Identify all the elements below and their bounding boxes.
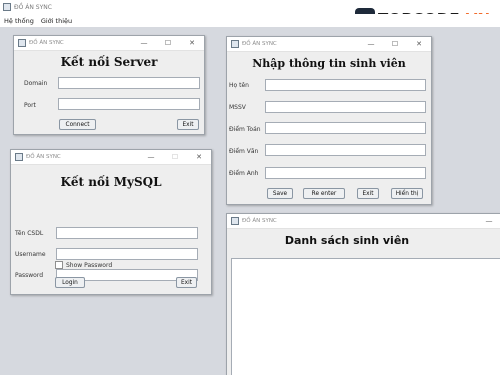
menu-gioi-thieu[interactable]: Giới thiệu (41, 17, 72, 25)
close-icon[interactable]: ✕ (193, 150, 205, 165)
show-password-checkbox[interactable] (55, 261, 63, 269)
window-icon (231, 217, 239, 225)
maximize-icon[interactable]: ☐ (162, 36, 174, 51)
port-input[interactable] (58, 98, 200, 110)
db-name-label: Tên CSDL (15, 230, 44, 237)
username-input[interactable] (56, 248, 198, 260)
close-icon[interactable]: ✕ (186, 36, 198, 51)
name-input[interactable] (265, 79, 426, 91)
window-controls: — (471, 214, 495, 229)
maximize-icon[interactable]: ☐ (169, 150, 181, 165)
student-id-label: MSSV (229, 104, 246, 111)
password-label: Password (15, 272, 44, 279)
mysql-exit-button[interactable]: Exit (176, 277, 197, 288)
menu-bar: Hệ thống Giới thiệu (0, 14, 500, 27)
student-list-table[interactable] (231, 258, 500, 375)
window-icon (18, 39, 26, 47)
server-connect-window: ĐỒ ÁN SYNC — ☐ ✕ Kết nối Server Domain P… (13, 35, 205, 135)
window-title-bar[interactable]: ĐỒ ÁN SYNC — ☐ ✕ (227, 37, 431, 52)
math-score-input[interactable] (265, 122, 426, 134)
window-icon (15, 153, 23, 161)
username-label: Username (15, 251, 46, 258)
maximize-icon[interactable]: ☐ (389, 37, 401, 52)
mysql-heading: Kết nối MySQL (60, 175, 162, 189)
mysql-connect-window: ĐỒ ÁN SYNC — ☐ ✕ Kết nối MySQL Tên CSDL … (10, 149, 212, 295)
window-title-bar[interactable]: ĐỒ ÁN SYNC — ☐ ✕ (11, 150, 211, 165)
server-exit-button[interactable]: Exit (177, 119, 199, 130)
show-button[interactable]: Hiển thị (391, 188, 423, 199)
minimize-icon[interactable]: — (365, 37, 377, 52)
literature-score-label: Điểm Văn (229, 148, 259, 155)
minimize-icon[interactable]: — (138, 36, 150, 51)
show-password-label[interactable]: Show Password (66, 262, 112, 269)
port-label: Port (24, 102, 36, 109)
student-input-heading: Nhập thông tin sinh viên (252, 57, 406, 70)
window-title: ĐỒ ÁN SYNC (29, 40, 64, 46)
window-title-bar[interactable]: ĐỒ ÁN SYNC — ☐ ✕ (14, 36, 204, 51)
reenter-button[interactable]: Re enter (303, 188, 345, 199)
window-icon (231, 40, 239, 48)
db-name-input[interactable] (56, 227, 198, 239)
student-list-window: ĐỒ ÁN SYNC — Danh sách sinh viên (226, 213, 500, 375)
window-controls: — ☐ ✕ (353, 37, 425, 52)
student-exit-button[interactable]: Exit (357, 188, 379, 199)
minimize-icon[interactable]: — (483, 214, 495, 229)
app-window-icon (3, 3, 11, 11)
server-heading: Kết nối Server (60, 55, 158, 69)
domain-label: Domain (24, 80, 48, 87)
english-score-label: Điểm Anh (229, 170, 259, 177)
window-controls: — ☐ ✕ (133, 150, 205, 165)
window-title: ĐỒ ÁN SYNC (26, 154, 61, 160)
menu-he-thong[interactable]: Hệ thống (4, 17, 34, 25)
minimize-icon[interactable]: — (145, 150, 157, 165)
save-button[interactable]: Save (267, 188, 293, 199)
student-id-input[interactable] (265, 101, 426, 113)
english-score-input[interactable] (265, 167, 426, 179)
window-title: ĐỒ ÁN SYNC (242, 41, 277, 47)
domain-input[interactable] (58, 77, 200, 89)
login-button[interactable]: Login (55, 277, 85, 288)
window-title-bar[interactable]: ĐỒ ÁN SYNC — (227, 214, 500, 229)
math-score-label: Điểm Toán (229, 126, 261, 133)
app-title: ĐỒ ÁN SYNC (14, 3, 52, 11)
window-title: ĐỒ ÁN SYNC (242, 218, 277, 224)
close-icon[interactable]: ✕ (413, 37, 425, 52)
connect-button[interactable]: Connect (59, 119, 96, 130)
student-input-window: ĐỒ ÁN SYNC — ☐ ✕ Nhập thông tin sinh viê… (226, 36, 432, 205)
desktop-area: ĐỒ ÁN SYNC — ☐ ✕ Kết nối Server Domain P… (0, 27, 500, 375)
literature-score-input[interactable] (265, 144, 426, 156)
student-list-heading: Danh sách sinh viên (284, 234, 410, 247)
window-controls: — ☐ ✕ (126, 36, 198, 51)
name-label: Họ tên (229, 82, 249, 89)
